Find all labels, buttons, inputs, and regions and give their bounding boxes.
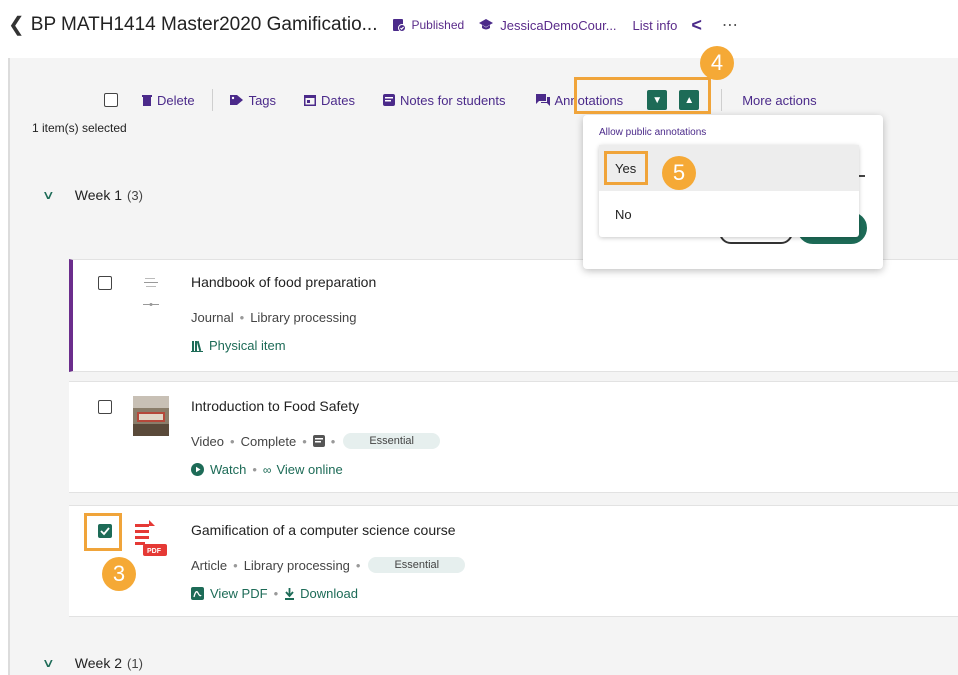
published-label: Published [411,18,465,32]
select-all-checkbox[interactable] [104,93,118,107]
yes-option-highlight [604,151,648,185]
notes-for-students-button[interactable]: Notes for students [383,93,506,108]
meta-separator: • [355,557,361,573]
list-info-link[interactable]: List info [633,18,678,33]
tags-label: Tags [248,92,277,108]
item-meta: Journal • Library processing [191,310,356,325]
selected-count: 1 item(s) selected [32,121,127,135]
more-options-icon[interactable]: ⋯ [722,15,739,35]
video-thumbnail [133,396,169,436]
library-icon [191,340,203,352]
week-label: Week 2 [74,655,123,671]
tags-button[interactable]: Tags [229,92,277,108]
notes-label: Notes for students [400,92,506,108]
published-status[interactable]: Published [392,18,465,32]
graduation-cap-icon [479,19,494,30]
meta-separator: • [239,310,245,325]
link-icon: ∞ [262,462,272,477]
list-title: BP MATH1414 Master2020 Gamificatio... [30,14,378,35]
meta-separator: • [302,433,307,449]
item-status: Library processing [243,557,350,573]
note-icon [383,94,396,106]
list-item[interactable]: PDF Gamification of a computer science c… [69,505,958,617]
week-section-header[interactable]: ∨ Week 2 (1) [41,655,143,671]
annotations-highlight [574,77,711,114]
meta-separator: • [230,433,235,449]
course-link[interactable]: JessicaDemoCour... [478,17,617,33]
list-item[interactable]: Introduction to Food Safety Video • Comp… [69,381,958,493]
item-title[interactable]: Introduction to Food Safety [191,398,359,414]
item-type: Article [191,557,228,573]
watch-link[interactable]: Watch [210,462,246,477]
item-status: Library processing [250,310,357,325]
item-checkbox[interactable] [98,276,112,290]
note-icon[interactable] [312,435,325,447]
view-pdf-link[interactable]: View PDF [210,586,268,601]
meta-separator: • [330,433,336,449]
published-icon [392,19,406,32]
checkbox-highlight [84,513,122,551]
download-link[interactable]: Download [300,586,358,601]
week-section-header[interactable]: ∨ Week 1 (3) [41,187,143,203]
pdf-icon [135,520,167,556]
essential-tag: Essential [368,557,466,573]
item-checkbox[interactable] [98,400,112,414]
download-icon [285,587,295,600]
step-3-badge: 3 [102,557,136,591]
list-item[interactable]: Handbook of food preparation Journal • L… [69,259,958,372]
back-chevron-icon[interactable]: ❮ [8,15,25,35]
item-title[interactable]: Gamification of a computer science cours… [191,522,456,538]
essential-tag: Essential [343,433,440,449]
delete-label: Delete [157,92,195,108]
item-type: Video [191,433,225,449]
item-links: Watch • ∞ View online [191,462,343,477]
option-no[interactable]: No [599,191,859,237]
item-meta: Video • Complete • • Essential [191,433,440,449]
step-5-badge: 5 [662,156,696,190]
play-icon [191,463,204,476]
dates-button[interactable]: Dates [304,93,355,108]
pdf-file-icon [191,587,204,600]
chevron-down-icon: ∨ [41,656,55,670]
delete-button[interactable]: Delete [142,93,195,108]
calendar-icon [304,95,317,106]
toolbar-separator [211,89,213,111]
item-status: Complete [240,433,297,449]
pdf-label: PDF [147,548,161,555]
annotations-icon [535,94,550,106]
step-4-badge: 4 [700,46,734,80]
week-label: Week 1 [74,187,123,203]
annotations-dropdown: Allow public annotations Yes No [583,115,883,269]
more-actions-button[interactable]: More actions [742,93,816,108]
item-type: Journal [191,310,234,325]
view-online-link[interactable]: View online [276,462,342,477]
course-label: JessicaDemoCour... [500,17,617,33]
toolbar-separator [721,89,723,111]
week-count: (3) [127,187,143,203]
share-icon[interactable]: < [691,15,702,36]
week-count: (1) [127,655,143,671]
item-links: View PDF • Download [191,586,358,601]
dates-label: Dates [321,92,356,108]
panel-divider [8,58,10,675]
list-header: ❮ BP MATH1414 Master2020 Gamificatio... … [0,0,958,50]
tag-icon [229,95,243,105]
trash-icon [142,95,152,106]
chevron-down-icon: ∨ [41,188,55,202]
item-meta: Article • Library processing • Essential [191,557,466,573]
allow-public-annotations-label: Allow public annotations [599,127,707,138]
meta-separator: • [233,557,238,573]
book-cover-thumbnail [143,278,159,306]
physical-item-link[interactable]: Physical item [191,338,286,353]
meta-separator: • [252,462,257,477]
item-title[interactable]: Handbook of food preparation [191,274,376,290]
physical-item-label: Physical item [209,338,286,353]
meta-separator: • [273,586,279,601]
